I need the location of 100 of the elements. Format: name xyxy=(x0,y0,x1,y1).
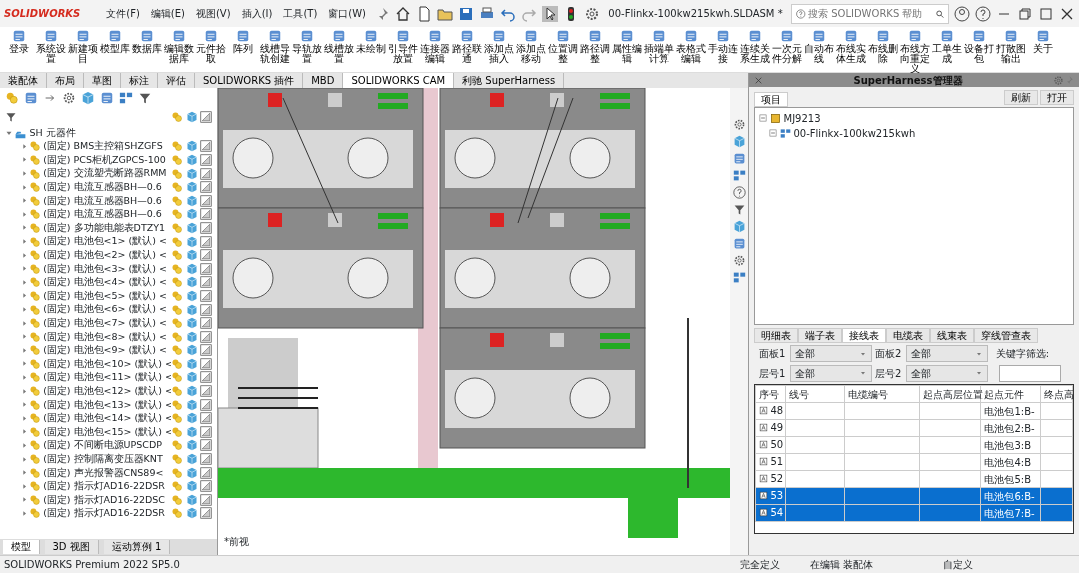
ribbon-tab[interactable]: SOLIDWORKS CAM xyxy=(343,73,455,88)
column-header[interactable]: 线号 xyxy=(785,385,845,403)
ribbon-button[interactable]: 工单生成 xyxy=(931,29,963,70)
caret-icon[interactable] xyxy=(20,182,29,192)
list-icon[interactable] xyxy=(100,91,114,105)
ribbon-button[interactable]: 一次元件分解 xyxy=(771,29,803,70)
ribbon-button[interactable]: 布线删除 xyxy=(867,29,899,70)
tree-item[interactable]: (固定) 指示灯AD16-22DSR xyxy=(43,479,171,494)
column-header[interactable]: 起点高层位置 xyxy=(919,385,981,403)
settings-icon[interactable] xyxy=(584,5,600,22)
table-tab[interactable]: 明细表 xyxy=(754,327,798,343)
table-row[interactable]: 50 电池包3:B xyxy=(755,436,1073,454)
caret-icon[interactable] xyxy=(20,345,29,355)
save-icon[interactable] xyxy=(458,5,474,22)
tree-item[interactable]: (固定) BMS主控箱SHZGFS xyxy=(43,139,171,154)
tree-item[interactable]: (固定) 电池包<3> (默认) < xyxy=(43,261,171,276)
tree-item[interactable]: (固定) 控制隔离变压器KNT xyxy=(43,451,171,467)
caret-icon[interactable] xyxy=(20,373,29,382)
minus-icon[interactable] xyxy=(757,113,768,123)
ribbon-button[interactable]: 表格式编辑 xyxy=(675,29,707,70)
tree-item[interactable]: (固定) 声光报警器CNS89< xyxy=(43,465,171,480)
search-icon[interactable] xyxy=(934,7,944,20)
caret-icon[interactable] xyxy=(20,332,29,342)
dropdown[interactable]: 全部 xyxy=(790,364,873,382)
maximize-icon[interactable] xyxy=(1038,5,1054,22)
table-row[interactable]: 53 电池包6:B- xyxy=(755,487,1073,505)
caret-icon[interactable] xyxy=(20,508,29,518)
tree-item[interactable]: (固定) 电池包<2> (默认) < xyxy=(43,248,171,263)
caret-icon[interactable] xyxy=(20,169,29,179)
view-tab[interactable]: 模型 xyxy=(2,540,40,554)
cluster-icon[interactable] xyxy=(5,91,19,105)
caret-icon[interactable] xyxy=(20,427,29,437)
caret-icon[interactable] xyxy=(20,318,29,328)
tree-item[interactable]: 00-Flinkx-100kw215kwh xyxy=(793,125,916,141)
filter-icon[interactable] xyxy=(5,111,17,123)
user-icon[interactable] xyxy=(954,5,970,22)
tree-item[interactable]: (固定) 电池包<7> (默认) < xyxy=(43,316,171,331)
caret-icon[interactable] xyxy=(20,359,29,369)
caret-icon[interactable] xyxy=(20,413,29,423)
grid-icon[interactable] xyxy=(119,91,133,105)
tree-item[interactable]: SH 元器件 xyxy=(29,126,76,140)
caret-icon[interactable] xyxy=(20,196,29,206)
ribbon-button[interactable]: 线槽放置 xyxy=(323,29,355,70)
cube-icon[interactable] xyxy=(81,91,95,105)
menu-item[interactable]: 视图(V) xyxy=(192,6,234,21)
caret-icon[interactable] xyxy=(20,291,29,301)
ribbon-button[interactable]: 元件拾取 xyxy=(195,29,227,70)
ribbon-button[interactable]: 未绘制 xyxy=(355,29,387,70)
caret-icon[interactable] xyxy=(20,250,29,260)
tree-item[interactable]: MJ9213 xyxy=(783,110,821,126)
ribbon-button[interactable]: 系统设置 xyxy=(35,29,67,70)
dropdown[interactable]: 全部 xyxy=(790,345,873,362)
ribbon-button[interactable]: 打散图输出 xyxy=(995,29,1027,70)
tree-item[interactable]: (固定) 电池包<4> (默认) < xyxy=(43,275,171,290)
caret-icon[interactable] xyxy=(20,223,29,233)
ribbon-button[interactable]: 登录 xyxy=(3,29,35,70)
ribbon-button[interactable]: 位置调整 xyxy=(547,29,579,70)
dropdown[interactable]: 全部 xyxy=(906,364,989,382)
tree-item[interactable]: (固定) 指示灯AD16-22DSR xyxy=(43,506,171,521)
caret-icon[interactable] xyxy=(20,468,29,478)
ribbon-button[interactable]: 路径联通 xyxy=(451,29,483,70)
gear-icon[interactable] xyxy=(62,91,76,105)
caret-icon[interactable] xyxy=(20,237,29,247)
ribbon-button[interactable]: 关于 xyxy=(1027,29,1059,70)
ribbon-button[interactable]: 设备打包 xyxy=(963,29,995,70)
table-tab[interactable]: 接线表 xyxy=(842,327,886,343)
table-row[interactable]: 49 电池包2:B- xyxy=(755,419,1073,437)
caret-icon[interactable] xyxy=(20,386,29,396)
tree-item[interactable]: (固定) 电流互感器BH—0.6 xyxy=(43,180,171,195)
tree-item[interactable]: (固定) 电池包<5> (默认) < xyxy=(43,288,171,304)
table-tab[interactable]: 线束表 xyxy=(930,327,974,343)
menu-item[interactable]: 文件(F) xyxy=(103,6,143,21)
ribbon-button[interactable]: 模型库 xyxy=(99,29,131,70)
tree-item[interactable]: (固定) 电池包<6> (默认) < xyxy=(43,302,171,317)
filter-icon[interactable] xyxy=(138,91,152,105)
menu-item[interactable]: 插入(I) xyxy=(238,6,276,21)
caret-icon[interactable] xyxy=(20,141,29,151)
panel-button[interactable]: 打开 xyxy=(1040,89,1074,105)
caret-icon[interactable] xyxy=(20,155,29,165)
caret-icon[interactable] xyxy=(20,495,29,505)
file-icon[interactable] xyxy=(416,5,432,22)
caret-icon[interactable] xyxy=(20,277,29,287)
search-field[interactable]: 搜索 SOLIDWORKS 帮助 xyxy=(791,3,949,24)
menu-item[interactable]: 窗口(W) xyxy=(325,6,369,21)
view-tab[interactable]: 3D 视图 xyxy=(44,540,99,554)
ribbon-button[interactable]: 插端单计算 xyxy=(643,29,675,70)
column-header[interactable]: 起点元件 xyxy=(981,385,1041,403)
caret-icon[interactable] xyxy=(20,454,29,464)
caret-icon[interactable] xyxy=(20,305,29,314)
minus-icon[interactable] xyxy=(767,128,778,138)
table-row[interactable]: 54 电池包7:B- xyxy=(755,504,1073,522)
ribbon-button[interactable]: 数据库 xyxy=(131,29,163,70)
ribbon-button[interactable]: 属性编辑 xyxy=(611,29,643,70)
tree-item[interactable]: (固定) 电流互感器BH—0.6 xyxy=(43,207,171,222)
project-tab[interactable]: 项目 xyxy=(754,92,788,107)
ribbon-button[interactable]: 布线实体生成 xyxy=(835,29,867,70)
help-icon[interactable] xyxy=(975,5,991,22)
tree-item[interactable]: (固定) 不间断电源UPSCDP xyxy=(43,438,171,453)
ribbon-button[interactable]: 手动连接 xyxy=(707,29,739,70)
ribbon-button[interactable]: 添加点插入 xyxy=(483,29,515,70)
